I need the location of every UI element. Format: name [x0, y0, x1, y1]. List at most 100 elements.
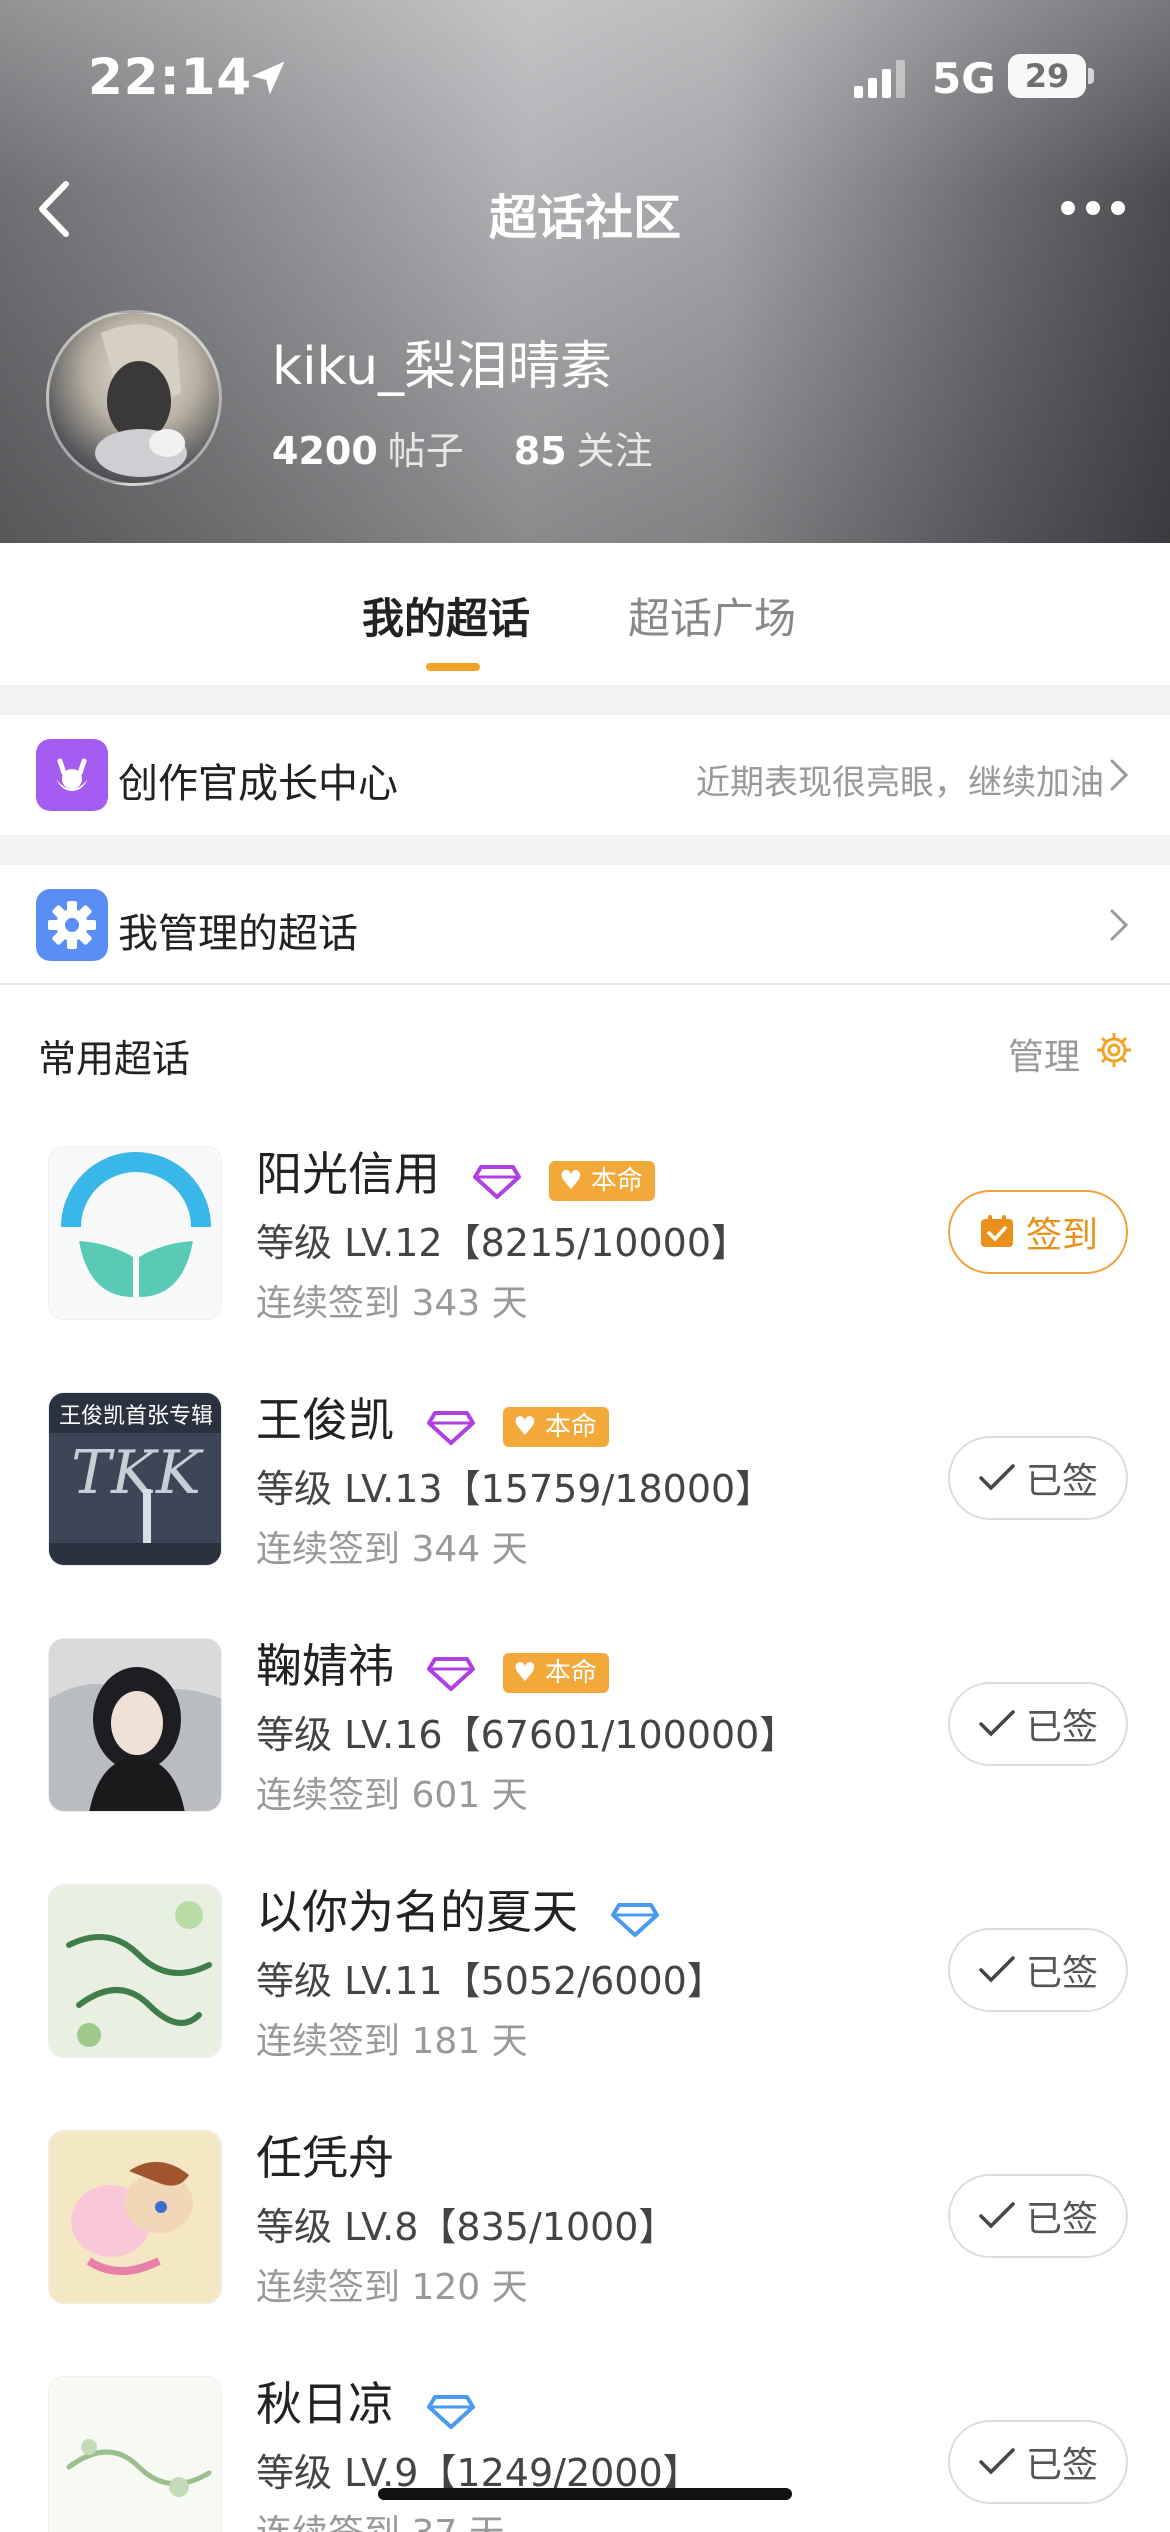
managed-topics-title: 我管理的超话 [118, 911, 358, 957]
battery-icon: 29 [1008, 54, 1086, 98]
sign-in-button[interactable]: 签到 [948, 1190, 1128, 1274]
nav-bar: 超话社区 [0, 160, 1170, 250]
posts-count[interactable]: 4200 [272, 429, 378, 473]
benming-badge: ♥ 本命 [549, 1161, 655, 1201]
profile-stats: 4200 帖子 85 关注 [272, 420, 653, 475]
diamond-gem-icon [426, 2395, 475, 2429]
check-icon [979, 1956, 1015, 1983]
topic-level: 等级 LV.13【15759/18000】 [256, 1467, 774, 1511]
topic-avatar[interactable] [48, 2130, 222, 2304]
check-icon [979, 1710, 1015, 1737]
topic-name: 以你为名的夏天 [256, 1885, 578, 1939]
topic-avatar[interactable]: 王俊凯首张专辑 TKK [48, 1392, 222, 1566]
posts-label[interactable]: 帖子 [388, 429, 464, 473]
diamond-gem-icon [426, 1657, 475, 1691]
check-icon [979, 2448, 1015, 2475]
topic-name: 秋日凉 [256, 2377, 394, 2431]
sign-in-label: 签到 [1025, 1215, 1098, 1256]
topic-avatar[interactable] [48, 1884, 222, 2058]
svg-text:王俊凯首张专辑: 王俊凯首张专辑 [59, 1404, 213, 1429]
list-item[interactable]: 王俊凯首张专辑 TKK 王俊凯 ♥ 本命 等级 LV.13【15759/1800… [0, 1392, 1170, 1638]
creator-center-subtitle: 近期表现很亮眼，继续加油 [696, 763, 1104, 803]
topic-streak: 连续签到 343 天 [256, 1283, 528, 1324]
list-item[interactable]: 任凭舟 等级 LV.8【835/1000】 连续签到 120 天 已签 [0, 2130, 1170, 2376]
more-options-icon[interactable] [1058, 198, 1128, 218]
topic-level: 等级 LV.8【835/1000】 [256, 2205, 677, 2249]
avatar-image [95, 324, 187, 477]
chevron-right-icon [1110, 759, 1129, 791]
benming-label: 本命 [544, 1658, 597, 1688]
follow-count[interactable]: 85 [514, 429, 567, 473]
signal-icon [854, 60, 905, 98]
user-avatar[interactable] [46, 310, 222, 486]
signed-button[interactable]: 已签 [948, 1436, 1128, 1520]
benming-badge: ♥ 本命 [503, 1407, 609, 1447]
topic-avatar[interactable] [48, 1146, 222, 1320]
creator-center-title: 创作官成长中心 [118, 761, 398, 807]
topic-streak: 连续签到 37 天 [256, 2504, 505, 2532]
chevron-right-icon [1110, 909, 1129, 941]
profile-info: kiku_梨泪晴素 4200 帖子 85 关注 [0, 310, 1170, 490]
location-arrow-icon [251, 61, 285, 95]
diamond-gem-icon [610, 1903, 659, 1937]
topic-streak: 连续签到 181 天 [256, 2021, 528, 2062]
gear-icon [36, 889, 108, 961]
status-time: 22:14 [88, 48, 253, 106]
topic-level: 等级 LV.12【8215/10000】 [256, 1221, 749, 1265]
page-title: 超话社区 [488, 190, 681, 246]
managed-topics-row[interactable]: 我管理的超话 [0, 865, 1170, 985]
creator-center-row[interactable]: 创作官成长中心 近期表现很亮眼，继续加油 [0, 715, 1170, 835]
calendar-check-icon [980, 1215, 1013, 1247]
tab-topic-square[interactable]: 超话广场 [628, 585, 796, 646]
status-bar: 22:14 5G 29 [0, 40, 1170, 120]
topic-avatar[interactable] [48, 2376, 222, 2532]
battery-tip [1088, 68, 1094, 84]
check-icon [979, 2202, 1015, 2229]
topic-streak: 连续签到 120 天 [256, 2267, 528, 2308]
check-icon [979, 1464, 1015, 1491]
signed-label: 已签 [1025, 2445, 1098, 2486]
benming-label: 本命 [590, 1166, 643, 1196]
diamond-gem-icon [472, 1165, 521, 1199]
signed-label: 已签 [1025, 2199, 1098, 2240]
signed-button[interactable]: 已签 [948, 1682, 1128, 1766]
divider [0, 835, 1170, 865]
section-title: 常用超话 [38, 1037, 191, 1081]
topic-streak: 连续签到 344 天 [256, 1529, 528, 1570]
manage-gear-icon[interactable] [1094, 1030, 1134, 1070]
list-item[interactable]: 阳光信用 ♥ 本命 等级 LV.12【8215/10000】 连续签到 343 … [0, 1146, 1170, 1392]
list-item[interactable]: 秋日凉 等级 LV.9【1249/2000】 连续签到 37 天 已签 [0, 2376, 1170, 2532]
tab-bar: 我的超话 超话广场 [0, 543, 1170, 685]
diamond-gem-icon [426, 1411, 475, 1445]
home-indicator[interactable] [378, 2488, 792, 2500]
topic-name: 任凭舟 [256, 2131, 394, 2185]
topic-name-row: 以你为名的夏天 [256, 1876, 659, 1943]
topic-name-row: 王俊凯 ♥ 本命 [256, 1384, 609, 1451]
topic-streak: 连续签到 601 天 [256, 1775, 528, 1816]
topic-avatar[interactable] [48, 1638, 222, 1812]
topic-name-row: 阳光信用 ♥ 本命 [256, 1138, 655, 1205]
signed-label: 已签 [1025, 1461, 1098, 1502]
signed-button[interactable]: 已签 [948, 2174, 1128, 2258]
divider [0, 685, 1170, 715]
topic-name-row: 秋日凉 [256, 2368, 475, 2435]
list-item[interactable]: 鞠婧祎 ♥ 本命 等级 LV.16【67601/100000】 连续签到 601… [0, 1638, 1170, 1884]
svg-text:TKK: TKK [71, 1438, 204, 1508]
network-type: 5G [932, 54, 996, 103]
tab-my-topics[interactable]: 我的超话 [362, 585, 530, 646]
topic-name-row: 鞠婧祎 ♥ 本命 [256, 1630, 609, 1697]
topic-name: 王俊凯 [256, 1393, 394, 1447]
signed-button[interactable]: 已签 [948, 2420, 1128, 2504]
benming-label: 本命 [544, 1412, 597, 1442]
benming-badge: ♥ 本命 [503, 1653, 609, 1693]
topic-name: 阳光信用 [256, 1147, 440, 1201]
signed-button[interactable]: 已签 [948, 1928, 1128, 2012]
battery-level: 29 [1024, 57, 1070, 95]
username[interactable]: kiku_梨泪晴素 [272, 324, 612, 399]
list-item[interactable]: 以你为名的夏天 等级 LV.11【5052/6000】 连续签到 181 天 已… [0, 1884, 1170, 2130]
active-tab-indicator [426, 663, 480, 671]
manage-link[interactable]: 管理 [1008, 1028, 1080, 1080]
topic-name-row: 任凭舟 [256, 2122, 394, 2188]
signed-label: 已签 [1025, 1707, 1098, 1748]
follow-label[interactable]: 关注 [577, 429, 653, 473]
